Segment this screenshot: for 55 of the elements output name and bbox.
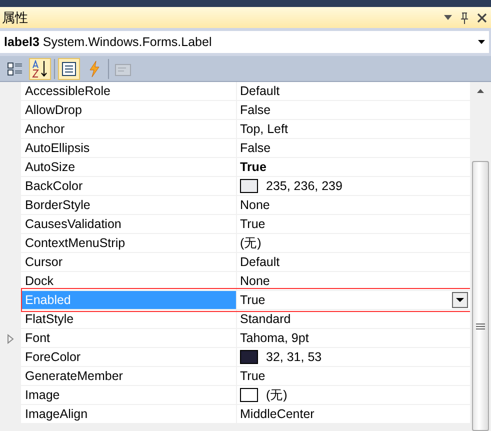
scrollbar[interactable]	[470, 82, 491, 431]
property-value: False	[240, 141, 271, 155]
property-value: (无)	[240, 234, 262, 252]
toolbar-button[interactable]	[29, 58, 51, 80]
object-selector[interactable]: label3 System.Windows.Forms.Label	[0, 31, 489, 53]
property-list-icon	[62, 62, 76, 76]
object-name: label3 System.Windows.Forms.Label	[4, 35, 212, 49]
property-value: (无)	[266, 386, 288, 404]
property-value: None	[240, 274, 270, 288]
property-name[interactable]: FlatStyle	[21, 310, 237, 329]
property-name[interactable]: ContextMenuStrip	[21, 234, 237, 253]
property-value: False	[240, 103, 271, 117]
property-value: True	[240, 217, 266, 231]
property-value: True	[240, 369, 266, 383]
property-value: Standard	[240, 312, 291, 326]
property-value: Top, Left	[240, 122, 288, 136]
property-name[interactable]: ForeColor	[21, 348, 237, 367]
property-pages-icon	[115, 62, 131, 76]
property-name[interactable]: ImageAlign	[21, 405, 237, 424]
window-title: 属性	[2, 8, 28, 26]
caret-icon	[456, 298, 464, 302]
property-value: Default	[240, 84, 280, 98]
lightning-icon	[88, 60, 100, 76]
property-name[interactable]: AccessibleRole	[21, 82, 237, 101]
scroll-up-icon[interactable]	[477, 89, 484, 93]
property-value: True	[240, 160, 266, 174]
property-value: True	[240, 293, 266, 307]
property-value: Default	[240, 255, 280, 269]
property-name[interactable]: CausesValidation	[21, 215, 237, 234]
property-name[interactable]: Image	[21, 386, 237, 405]
close-icon[interactable]	[477, 12, 487, 22]
sort-az-icon	[32, 60, 48, 78]
property-name[interactable]: AutoSize	[21, 158, 237, 177]
property-value: 32, 31, 53	[266, 350, 322, 364]
property-name[interactable]: Cursor	[21, 253, 237, 272]
property-value: None	[240, 198, 270, 212]
property-name[interactable]: AllowDrop	[21, 101, 237, 120]
property-name[interactable]: AutoEllipsis	[21, 139, 237, 158]
toolbar-button[interactable]	[58, 58, 80, 80]
property-name[interactable]: Dock	[21, 272, 237, 291]
property-name[interactable]: Font	[21, 329, 237, 348]
property-value: 235, 236, 239	[266, 179, 342, 193]
property-value: Tahoma, 9pt	[240, 331, 309, 345]
property-name[interactable]: BorderStyle	[21, 196, 237, 215]
dropdown-icon[interactable]	[444, 15, 452, 20]
caret-icon	[478, 40, 485, 44]
dropdown-button[interactable]	[452, 292, 468, 308]
property-name[interactable]: GenerateMember	[21, 367, 237, 386]
property-name[interactable]: BackColor	[21, 177, 237, 196]
property-name[interactable]: Anchor	[21, 120, 237, 139]
expand-icon[interactable]	[7, 334, 14, 344]
pin-icon[interactable]	[460, 12, 469, 24]
scroll-thumb[interactable]	[472, 161, 489, 431]
categorized-icon	[7, 60, 23, 76]
property-value: MiddleCenter	[240, 407, 314, 421]
